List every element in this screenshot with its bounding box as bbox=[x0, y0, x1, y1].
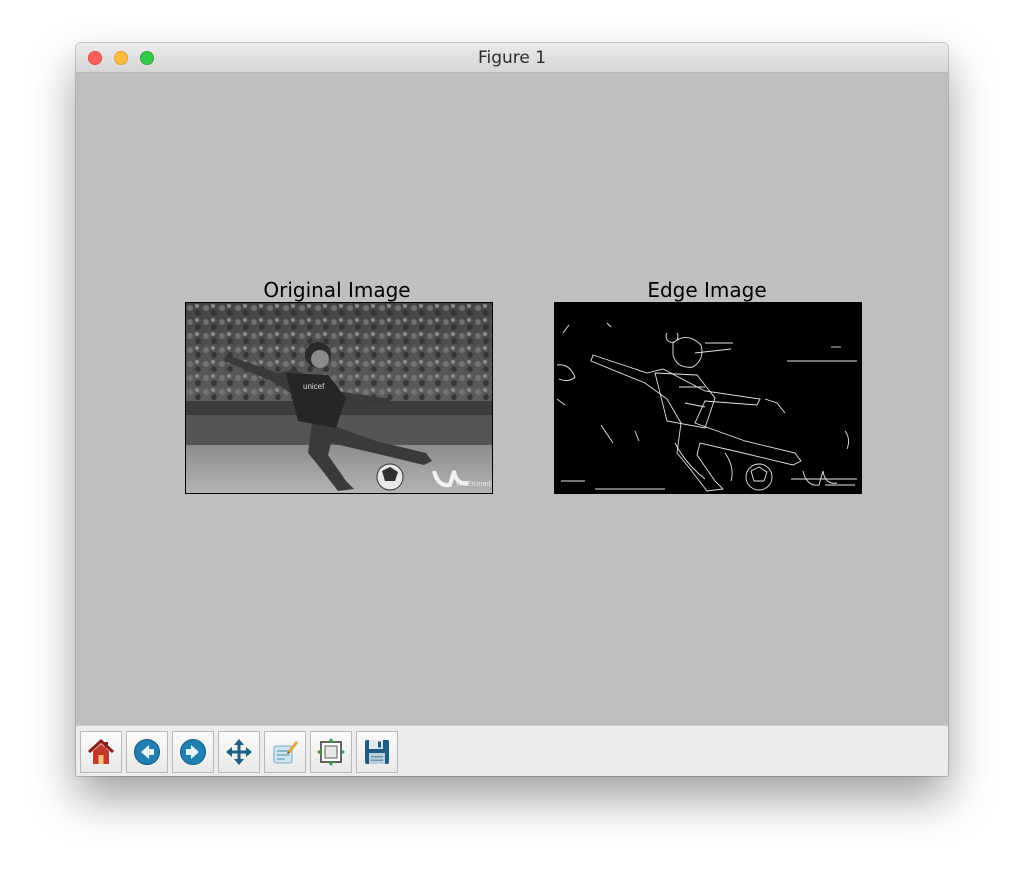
svg-text:unicef: unicef bbox=[303, 382, 325, 391]
title-bar: Figure 1 bbox=[76, 43, 948, 73]
figure-canvas: Original Image unicef WEEKmedia Edge Ima… bbox=[76, 73, 948, 725]
forward-icon bbox=[180, 739, 206, 765]
window-title: Figure 1 bbox=[477, 48, 547, 68]
original-image: unicef WEEKmedia bbox=[186, 303, 492, 493]
original-image-panel: unicef WEEKmedia bbox=[185, 302, 493, 494]
configure-subplots-icon bbox=[317, 738, 345, 766]
edge-image-panel bbox=[554, 302, 862, 494]
svg-text:WEEKmedia: WEEKmedia bbox=[456, 481, 492, 488]
original-image-title: Original Image bbox=[263, 278, 411, 302]
back-button[interactable] bbox=[126, 731, 168, 773]
home-button[interactable] bbox=[80, 731, 122, 773]
back-icon bbox=[134, 739, 160, 765]
zoom-button[interactable] bbox=[264, 731, 306, 773]
forward-button[interactable] bbox=[172, 731, 214, 773]
save-button[interactable] bbox=[356, 731, 398, 773]
navigation-toolbar bbox=[76, 725, 948, 776]
edge-image bbox=[555, 303, 861, 493]
figure-window: Figure 1 Original Image unicef WEEKmedia… bbox=[76, 43, 948, 776]
configure-subplots-button[interactable] bbox=[310, 731, 352, 773]
home-icon bbox=[87, 738, 115, 764]
pan-icon bbox=[226, 739, 252, 765]
zoom-icon bbox=[273, 741, 298, 764]
pan-button[interactable] bbox=[218, 731, 260, 773]
save-icon bbox=[365, 740, 389, 764]
edge-image-title: Edge Image bbox=[647, 278, 767, 302]
